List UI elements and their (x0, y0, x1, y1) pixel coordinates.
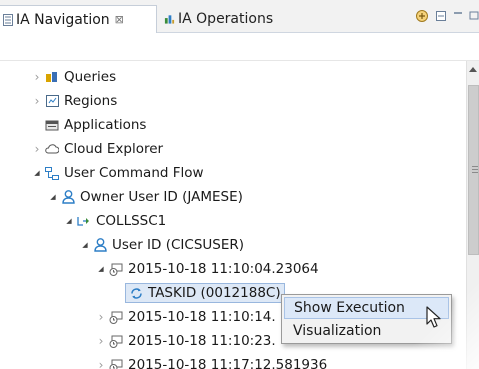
grip-line (472, 172, 478, 173)
view-toolbar-strip (0, 33, 479, 61)
view-toolbar (415, 7, 479, 25)
tree-item-timestamp[interactable]: › 2015-10-18 11:10:14. (96, 307, 276, 327)
command-flow-icon (45, 166, 59, 180)
tree-item-label: COLLSSC1 (96, 213, 167, 229)
tree-item-label: Cloud Explorer (64, 141, 164, 157)
navigation-icon (2, 13, 13, 27)
tree-item-taskid[interactable]: TASKID (0012188C) (112, 283, 285, 303)
mouse-cursor-icon (425, 306, 445, 330)
minimize-icon[interactable] (435, 10, 447, 22)
tree-item-label: 2015-10-18 11:17:12.581936 (128, 357, 328, 369)
tree-item-label: Regions (64, 93, 118, 109)
user-icon (61, 190, 75, 204)
tree-item-owner-user-id[interactable]: ◢ Owner User ID (JAMESE) (48, 187, 243, 207)
tree-item-label: User Command Flow (64, 165, 204, 181)
view-tab-bar: IA Navigation ⊠ IA Operations (0, 0, 479, 33)
tree-item-timestamp[interactable]: › 2015-10-18 11:17:12.581936 (96, 355, 327, 369)
tree-item-label: TASKID (0012188C) (148, 285, 281, 301)
timestamp-icon (109, 310, 123, 324)
close-icon[interactable]: ⊠ (115, 13, 124, 26)
tree-item-cloud-explorer[interactable]: › Cloud Explorer (32, 139, 163, 159)
applications-icon (45, 118, 59, 132)
tree-item-queries[interactable]: › Queries (32, 67, 117, 87)
menu-item-label: Visualization (293, 323, 382, 339)
tree-item-label: Queries (64, 69, 117, 85)
tab-ia-navigation-label: IA Navigation (16, 11, 110, 28)
tree-item-label: 2015-10-18 11:10:14. (128, 309, 276, 325)
grip-line (472, 166, 478, 167)
expanded-arrow-icon[interactable]: ◢ (48, 187, 58, 207)
tree-item-timestamp[interactable]: ◢ 2015-10-18 11:10:04.23064 (96, 259, 319, 279)
chevron-right-icon[interactable]: › (32, 139, 42, 159)
tree-item-label: 2015-10-18 11:10:04.23064 (128, 261, 319, 277)
expanded-arrow-icon[interactable]: ◢ (32, 163, 42, 183)
queries-icon (45, 70, 59, 84)
operations-icon (164, 12, 175, 26)
tree-item-timestamp[interactable]: › 2015-10-18 11:10:23. (96, 331, 276, 351)
chevron-right-icon[interactable]: › (32, 91, 42, 111)
scrollbar-thumb[interactable] (468, 85, 479, 255)
tree-item-label: Applications (64, 117, 147, 133)
tab-ia-operations[interactable]: IA Operations (160, 5, 274, 33)
system-icon (77, 214, 91, 228)
grip-line (472, 169, 478, 170)
task-icon (129, 286, 143, 300)
tree-item-applications[interactable]: Applications (32, 115, 146, 135)
timestamp-icon (109, 358, 123, 369)
expanded-arrow-icon[interactable]: ◢ (64, 211, 74, 231)
expanded-arrow-icon[interactable]: ◢ (96, 259, 106, 279)
user-icon (93, 238, 107, 252)
scroll-up-arrow-icon[interactable] (469, 67, 477, 72)
menu-item-label: Show Execution (294, 300, 405, 316)
chevron-right-icon[interactable]: › (96, 355, 106, 369)
chevron-right-icon[interactable]: › (96, 307, 106, 327)
tab-ia-navigation[interactable]: IA Navigation ⊠ (0, 5, 157, 33)
cloud-explorer-icon (45, 142, 59, 156)
regions-icon (45, 94, 59, 108)
tree-item-label: Owner User ID (JAMESE) (80, 189, 243, 205)
chevron-right-icon[interactable]: › (32, 67, 42, 87)
view-menu-icon[interactable] (415, 9, 429, 23)
tree-item-user-id[interactable]: ◢ User ID (CICSUSER) (80, 235, 244, 255)
tree-item-regions[interactable]: › Regions (32, 91, 118, 111)
expanded-arrow-icon[interactable]: ◢ (80, 235, 90, 255)
chevron-right-icon[interactable]: › (96, 331, 106, 351)
vertical-scrollbar[interactable] (466, 61, 479, 369)
timestamp-icon (109, 262, 123, 276)
tree-item-label: 2015-10-18 11:10:23. (128, 333, 276, 349)
selected-tree-item[interactable]: TASKID (0012188C) (125, 283, 285, 303)
tree-item-collssc1[interactable]: ◢ COLLSSC1 (64, 211, 166, 231)
timestamp-icon (109, 334, 123, 348)
tab-ia-operations-label: IA Operations (178, 11, 274, 27)
maximize-icon[interactable] (469, 10, 479, 22)
minimize-line-icon[interactable] (453, 10, 463, 22)
tree-item-user-command-flow[interactable]: ◢ User Command Flow (32, 163, 204, 183)
tree-item-label: User ID (CICSUSER) (112, 237, 245, 253)
